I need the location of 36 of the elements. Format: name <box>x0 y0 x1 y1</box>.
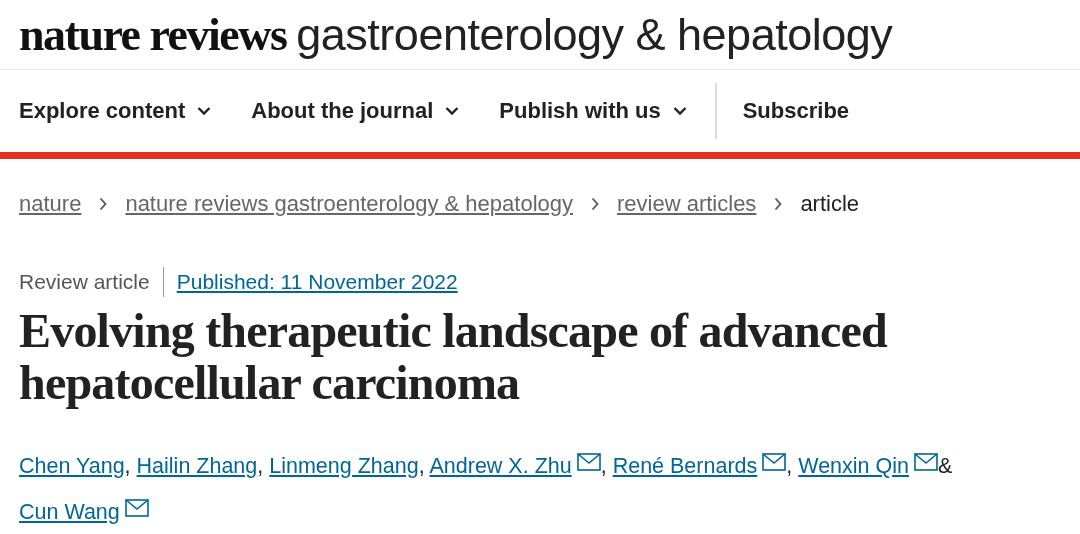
author-link[interactable]: Cun Wang <box>19 500 120 524</box>
author-link[interactable]: Andrew X. Zhu <box>429 454 572 478</box>
breadcrumb-link[interactable]: nature <box>19 191 82 217</box>
journal-logo[interactable]: nature reviews <box>19 8 287 61</box>
chevron-right-icon <box>99 197 108 211</box>
article-type: Review article <box>19 270 150 294</box>
nav-menu-item[interactable]: Explore content <box>19 98 212 124</box>
chevron-down-icon <box>197 106 212 116</box>
nav-menu-item[interactable]: Subscribe <box>742 98 850 124</box>
author-link[interactable]: Chen Yang <box>19 454 125 478</box>
chevron-down-icon <box>672 106 687 116</box>
breadcrumb-link[interactable]: review articles <box>617 191 757 217</box>
author-separator: , <box>124 454 131 478</box>
author-separator: , <box>257 454 264 478</box>
email-icon[interactable] <box>576 453 601 471</box>
chevron-right-icon <box>774 197 783 211</box>
published-date-link[interactable]: Published: 11 November 2022 <box>176 270 458 294</box>
chevron-down-icon <box>445 106 460 116</box>
email-icon[interactable] <box>914 453 938 471</box>
author-link[interactable]: Linmeng Zhang <box>269 454 419 478</box>
article-title: Evolving therapeutic landscape of advanced hepatocellular carcinoma <box>19 305 889 409</box>
author-separator: , <box>418 454 425 478</box>
nav-menu-item[interactable]: About the journal <box>251 98 460 124</box>
author-link[interactable]: René Bernards <box>612 454 758 478</box>
chevron-right-icon <box>591 197 599 211</box>
journal-name[interactable]: gastroenterology & hepatology <box>296 8 893 61</box>
author-separator: , <box>786 454 793 478</box>
author-link[interactable]: Hailin Zhang <box>136 454 258 478</box>
breadcrumb-current: article <box>800 191 860 217</box>
author-separator: , <box>600 454 607 478</box>
email-icon[interactable] <box>762 453 787 471</box>
email-icon[interactable] <box>124 499 149 517</box>
author-separator: & <box>938 454 953 478</box>
author-link[interactable]: Wenxin Qin <box>798 454 909 478</box>
breadcrumb-link[interactable]: nature reviews gastroenterology & hepatology <box>125 191 573 217</box>
nav-menu-item[interactable]: Publish with us <box>499 98 687 124</box>
